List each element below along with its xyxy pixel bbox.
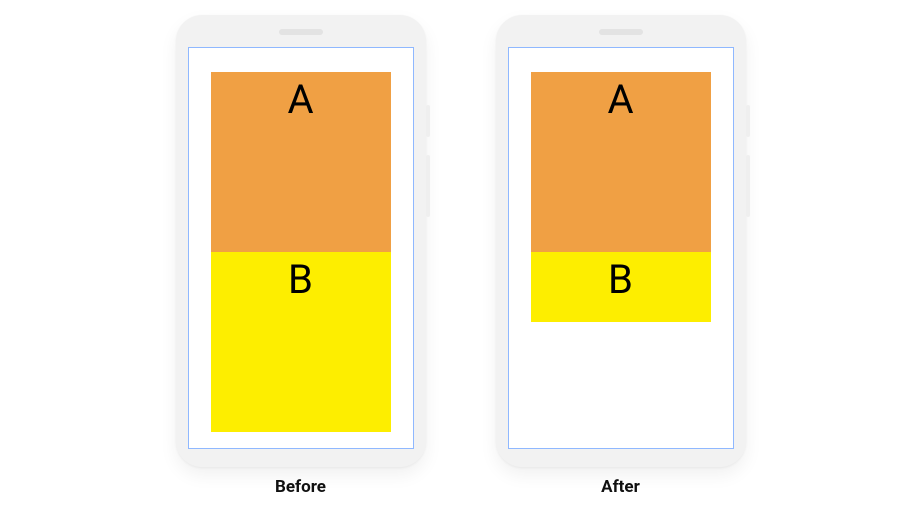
phone-speaker-slot: [599, 29, 643, 35]
comparison-diagram: A B Before A B After: [0, 0, 921, 511]
caption-after: After: [601, 477, 640, 497]
volume-button-icon: [746, 155, 750, 217]
layout-content-before: A B: [211, 72, 391, 432]
block-a: A: [531, 72, 711, 252]
caption-before: Before: [275, 477, 326, 497]
block-b: B: [211, 252, 391, 432]
before-column: A B Before: [176, 15, 426, 497]
power-button-icon: [426, 105, 430, 137]
power-button-icon: [746, 105, 750, 137]
phone-mockup-after: A B: [496, 15, 746, 467]
phone-screen-before: A B: [188, 47, 414, 449]
volume-button-icon: [426, 155, 430, 217]
phone-mockup-before: A B: [176, 15, 426, 467]
block-a: A: [211, 72, 391, 252]
layout-content-after: A B: [531, 72, 711, 322]
after-column: A B After: [496, 15, 746, 497]
block-b: B: [531, 252, 711, 322]
phone-screen-after: A B: [508, 47, 734, 449]
phone-speaker-slot: [279, 29, 323, 35]
